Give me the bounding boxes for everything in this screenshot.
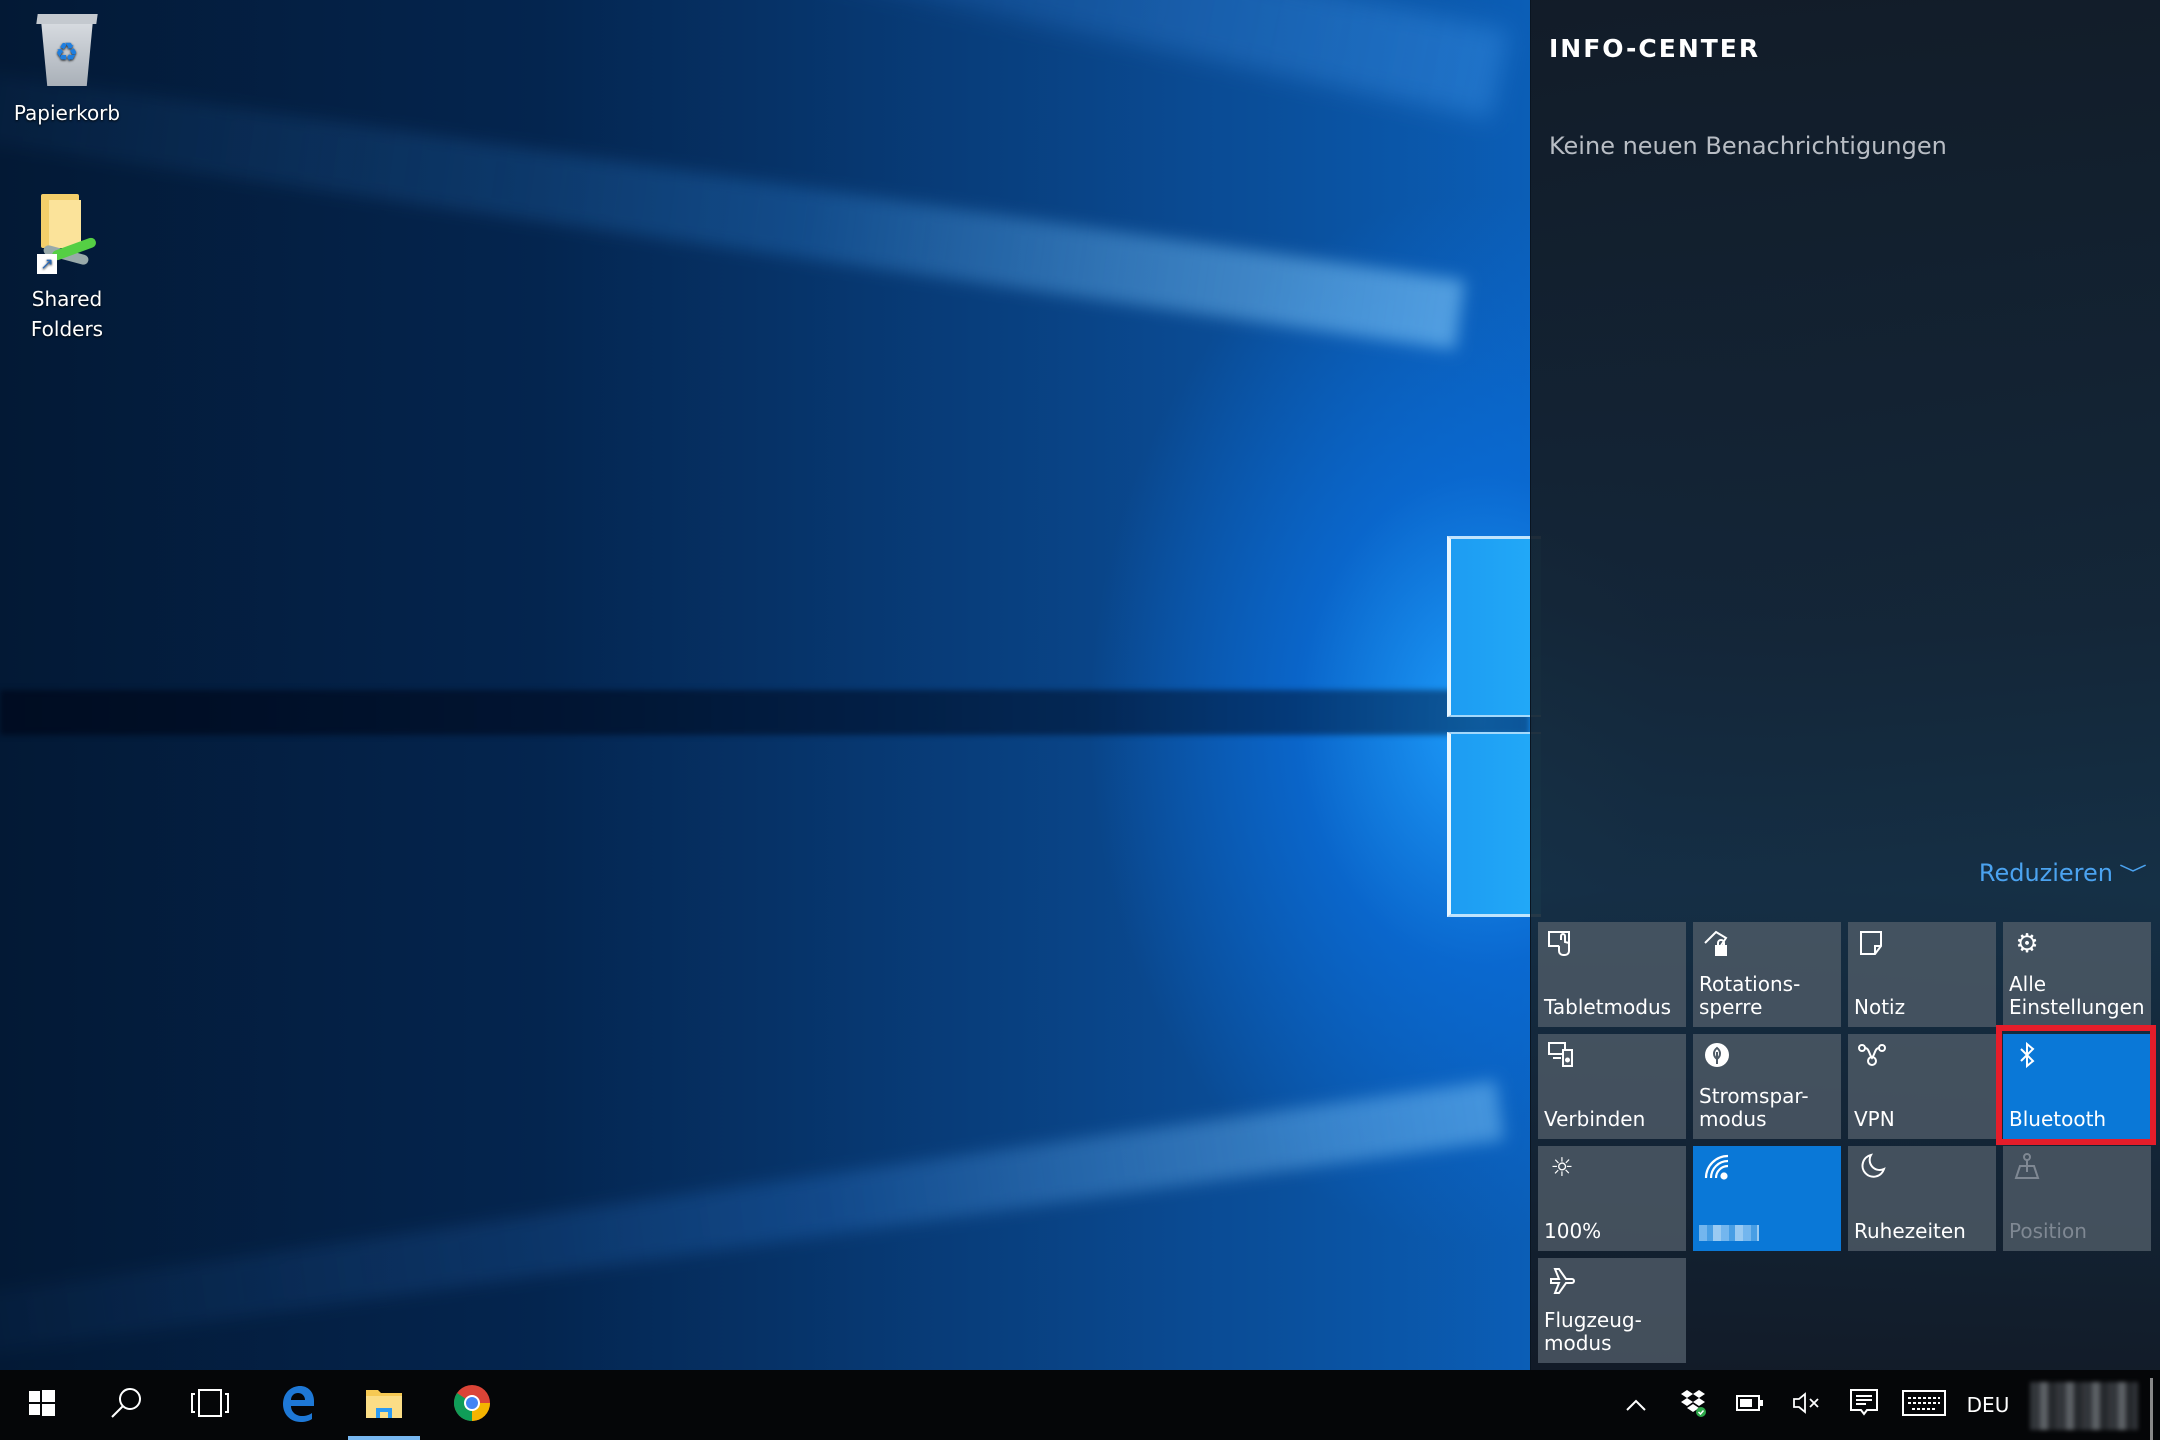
tray-language[interactable]: DEU — [1960, 1370, 2016, 1440]
wallpaper-light-beam — [0, 0, 1510, 120]
quick-action-bluetooth[interactable]: Bluetooth — [2003, 1034, 2151, 1139]
action-center-panel: INFO-CENTER Keine neuen Benachrichtigung… — [1530, 0, 2160, 1370]
tile-label: Notiz — [1854, 995, 1906, 1019]
vpn-icon — [1856, 1040, 1888, 1072]
windows-start-icon — [29, 1390, 55, 1420]
quiet-hours-icon — [1856, 1152, 1888, 1184]
chevron-up-icon — [1626, 1396, 1646, 1415]
tray-battery[interactable] — [1726, 1370, 1774, 1440]
tray-action-center[interactable] — [1838, 1370, 1890, 1440]
desktop-icon-label: Shared Folders — [30, 287, 104, 341]
edge-browser-icon — [279, 1384, 317, 1426]
tray-volume[interactable] — [1782, 1370, 1830, 1440]
quick-action-note[interactable]: Notiz — [1848, 922, 1996, 1027]
battery-saver-icon — [1701, 1040, 1733, 1072]
tile-label: Bluetooth — [2009, 1107, 2107, 1131]
touch-keyboard-icon — [1902, 1390, 1946, 1420]
bluetooth-icon — [2011, 1040, 2043, 1072]
quick-action-airplane-mode[interactable]: Flugzeug- modus — [1538, 1258, 1686, 1363]
dropbox-icon — [1679, 1388, 1709, 1422]
search-icon — [109, 1386, 143, 1424]
tray-touch-keyboard[interactable] — [1896, 1370, 1952, 1440]
quick-action-brightness[interactable]: ☼ 100% — [1538, 1146, 1686, 1251]
volume-muted-icon — [1792, 1391, 1820, 1419]
taskbar-chrome[interactable] — [430, 1370, 514, 1440]
wallpaper-light-beam — [0, 1080, 1505, 1370]
desktop-icon-shared-folders[interactable]: ↗ Shared Folders — [2, 190, 132, 344]
tablet-mode-icon — [1546, 928, 1578, 960]
brightness-icon: ☼ — [1550, 1153, 1574, 1183]
tile-label: Ruhezeiten — [1854, 1219, 1966, 1243]
quick-action-quiet-hours[interactable]: Ruhezeiten — [1848, 1146, 1996, 1251]
recycle-bin-icon: ♻ — [35, 12, 99, 88]
quick-action-connect[interactable]: Verbinden — [1538, 1034, 1686, 1139]
chevron-down-icon: ﹀ — [2119, 862, 2147, 886]
tray-dropbox[interactable] — [1670, 1370, 1718, 1440]
connect-icon — [1546, 1040, 1578, 1072]
wallpaper-shadow — [0, 690, 1530, 735]
file-explorer-icon — [364, 1386, 404, 1424]
tile-label: Position — [2009, 1219, 2087, 1243]
quick-action-wifi[interactable] — [1693, 1146, 1841, 1251]
tile-label: 100% — [1544, 1219, 1602, 1243]
wallpaper-window-pane — [1447, 732, 1541, 917]
taskbar-file-explorer[interactable] — [342, 1370, 426, 1440]
tile-label: Alle Einstellungen — [2009, 972, 2145, 1019]
location-icon — [2011, 1152, 2043, 1184]
wifi-icon — [1701, 1152, 1733, 1184]
quick-action-rotation-lock[interactable]: Rotations- sperre — [1693, 922, 1841, 1027]
redacted-network-name — [1699, 1225, 1759, 1241]
wallpaper-light-beam — [0, 49, 1465, 350]
tile-label: Tabletmodus — [1544, 995, 1672, 1019]
taskbar-edge[interactable] — [256, 1370, 340, 1440]
desktop-icon-recycle-bin[interactable]: ♻ Papierkorb — [2, 8, 132, 128]
no-notifications-text: Keine neuen Benachrichtigungen — [1549, 132, 1947, 160]
quick-action-all-settings[interactable]: ⚙ Alle Einstellungen — [2003, 922, 2151, 1027]
quick-actions-grid: Tabletmodus Rotations- sperre Notiz ⚙ Al… — [1538, 922, 2151, 1363]
show-desktop-button[interactable] — [2150, 1378, 2153, 1440]
task-view-button[interactable] — [168, 1370, 252, 1440]
action-center-title: INFO-CENTER — [1549, 34, 1761, 63]
tile-label: Rotations- sperre — [1699, 972, 1801, 1019]
collapse-label: Reduzieren — [1978, 858, 2113, 887]
language-indicator: DEU — [1966, 1393, 2010, 1417]
tray-overflow-button[interactable] — [1616, 1370, 1656, 1440]
gear-icon: ⚙ — [2015, 929, 2039, 959]
start-button[interactable] — [0, 1370, 84, 1440]
action-center-icon — [1849, 1388, 1879, 1422]
note-icon — [1856, 928, 1888, 960]
collapse-button[interactable]: Reduzieren ﹀ — [1978, 858, 2147, 887]
quick-action-location[interactable]: Position — [2003, 1146, 2151, 1251]
airplane-mode-icon — [1546, 1264, 1578, 1296]
desktop-icon-label: Papierkorb — [13, 101, 121, 125]
tile-label: Stromspar- modus — [1699, 1084, 1809, 1131]
quick-action-vpn[interactable]: VPN — [1848, 1034, 1996, 1139]
battery-icon — [1736, 1394, 1764, 1416]
shared-folders-shortcut-icon: ↗ — [27, 194, 107, 278]
search-button[interactable] — [84, 1370, 168, 1440]
rotation-lock-icon — [1701, 928, 1733, 960]
quick-action-battery-saver[interactable]: Stromspar- modus — [1693, 1034, 1841, 1139]
quick-action-tablet-mode[interactable]: Tabletmodus — [1538, 922, 1686, 1027]
taskbar: DEU — [0, 1370, 2160, 1440]
task-view-icon — [190, 1388, 230, 1422]
tile-label: Flugzeug- modus — [1544, 1308, 1642, 1355]
chrome-browser-icon — [453, 1384, 491, 1426]
wallpaper-window-pane — [1447, 536, 1541, 717]
tile-label: VPN — [1854, 1107, 1895, 1131]
redacted-clock[interactable] — [2030, 1382, 2138, 1430]
tile-label: Verbinden — [1544, 1107, 1646, 1131]
